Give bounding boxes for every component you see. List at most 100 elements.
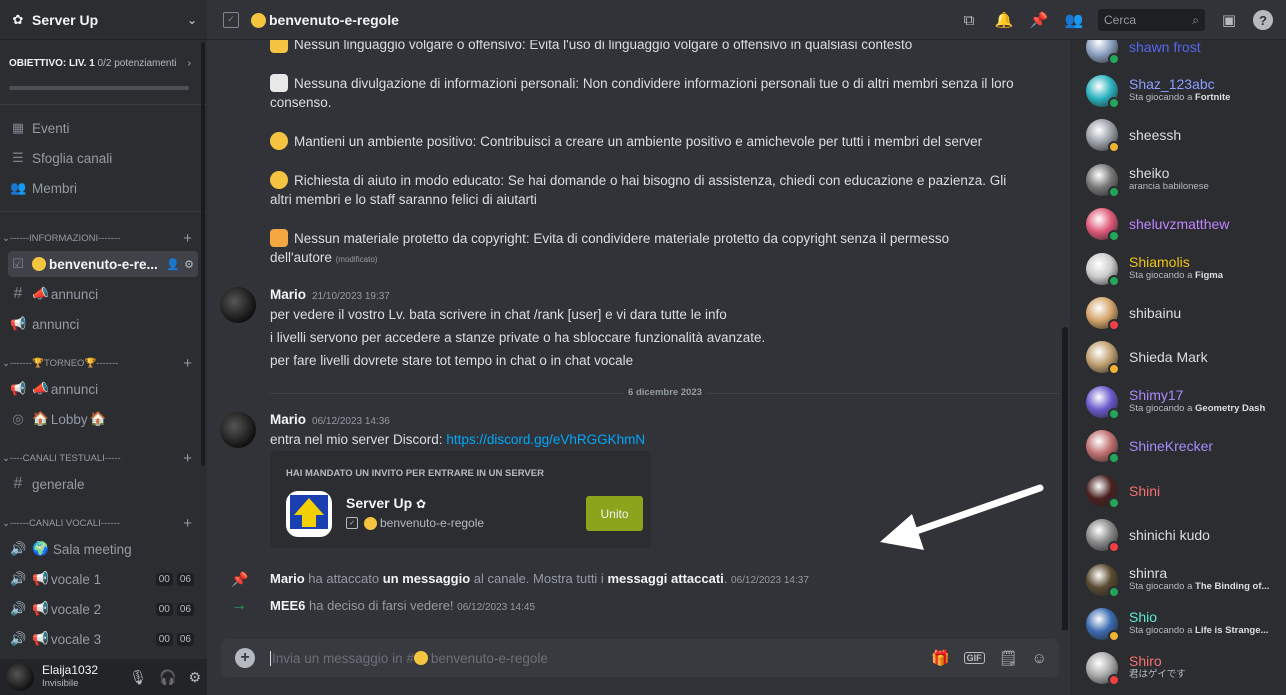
author-name[interactable]: Mario: [270, 412, 306, 427]
nav-browse-channels[interactable]: ☰ Sfoglia canali: [8, 145, 198, 171]
channel-annunci-text[interactable]: # 📣 annunci: [8, 281, 198, 307]
joined-button[interactable]: Unito: [586, 496, 643, 531]
member-item[interactable]: Shaz_123abc Sta giocando a Fortnite: [1086, 71, 1286, 111]
microphone-icon[interactable]: 🎙: [129, 669, 147, 686]
rules-channel-icon: ☑: [12, 256, 24, 271]
channel-lobby[interactable]: ◎ 🏠 Lobby 🏠: [8, 406, 198, 432]
channel-benvenuto[interactable]: ☑ benvenuto-e-re... 👤 ⚙: [8, 251, 198, 277]
help-icon[interactable]: ?: [1253, 10, 1273, 30]
boost-objective[interactable]: OBIETTIVO: LIV. 1 0/2 potenziamenti ›: [9, 58, 191, 69]
member-item[interactable]: sheessh: [1086, 115, 1286, 155]
member-item[interactable]: shinra Sta giocando a The Binding of...: [1086, 560, 1286, 600]
member-item[interactable]: sheiko arancia babilonese: [1086, 160, 1286, 200]
pinned-message-link[interactable]: un messaggio: [383, 571, 470, 586]
message-line: i livelli servono per accedere a stanze …: [270, 330, 766, 345]
activity-prefix: Sta giocando a: [1129, 270, 1196, 281]
activity-prefix: Sta giocando a: [1129, 92, 1196, 103]
channel-sidebar: ✿ Server Up ⌄ OBIETTIVO: LIV. 1 0/2 pote…: [0, 0, 207, 695]
gif-icon[interactable]: GIF: [963, 652, 985, 664]
member-name: sheluvzmatthew: [1129, 216, 1230, 232]
timestamp: 21/10/2023 19:37: [312, 291, 390, 302]
person-gesture-emoji-icon: [270, 229, 288, 247]
sticker-icon[interactable]: 🗒: [999, 649, 1018, 667]
pin-icon[interactable]: 📌: [1028, 9, 1050, 31]
threads-icon[interactable]: ⧉: [958, 9, 980, 31]
gear-icon[interactable]: ⚙: [188, 669, 201, 686]
add-attachment-icon[interactable]: +: [235, 648, 255, 668]
pinned-messages-link[interactable]: messaggi attaccati: [607, 571, 723, 586]
channel-vocale-2[interactable]: 🔊 📢 vocale 2 00 06: [8, 596, 198, 622]
add-channel-icon[interactable]: +: [183, 230, 198, 247]
channel-sala-meeting[interactable]: 🔊 🌍 Sala meeting: [8, 536, 198, 562]
bell-icon[interactable]: 🔔: [993, 9, 1015, 31]
category-informazioni[interactable]: ⌄ ------INFORMAZIONI------- +: [2, 230, 198, 247]
member-item[interactable]: Shini: [1086, 471, 1286, 511]
member-info: shibainu: [1129, 306, 1181, 320]
user-limit-badge: 06: [176, 632, 194, 646]
channel-label: annunci: [50, 286, 99, 302]
invite-icon[interactable]: 👤: [166, 258, 180, 271]
category-canali-testuali[interactable]: ⌄ ----CANALI TESTUALI----- +: [2, 450, 198, 467]
presence-idle-icon: [1108, 141, 1120, 153]
message-composer[interactable]: + Invia un messaggio in # benvenuto-e-reg…: [221, 639, 1059, 677]
add-channel-icon[interactable]: +: [183, 450, 198, 467]
channel-label: Lobby: [50, 411, 88, 427]
emoji-icon[interactable]: ☺: [1032, 650, 1047, 667]
add-channel-icon[interactable]: +: [183, 355, 198, 372]
activity-game: The Binding of...: [1195, 581, 1270, 592]
member-item[interactable]: sheluvzmatthew: [1086, 204, 1286, 244]
presence-dnd-icon: [1108, 319, 1120, 331]
server-logo[interactable]: [286, 491, 332, 537]
avatar[interactable]: [220, 412, 256, 448]
category-label: ------CANALI VOCALI------: [9, 517, 120, 529]
nav-events-label: Eventi: [32, 120, 70, 136]
inbox-icon[interactable]: ▣: [1218, 9, 1240, 31]
gear-icon[interactable]: ⚙: [184, 258, 194, 271]
member-item[interactable]: shibainu: [1086, 293, 1286, 333]
category-canali-vocali[interactable]: ⌄ ------CANALI VOCALI------ +: [2, 515, 198, 532]
member-item[interactable]: shinichi kudo: [1086, 515, 1286, 555]
member-item[interactable]: Shimy17 Sta giocando a Geometry Dash: [1086, 382, 1286, 422]
member-item[interactable]: shawn frost: [1086, 40, 1286, 67]
author-name[interactable]: Mario: [270, 287, 306, 302]
member-item[interactable]: Shiamolis Sta giocando a Figma: [1086, 249, 1286, 289]
sidebar-scrollbar[interactable]: [201, 42, 205, 466]
search-input[interactable]: Cerca ⌕: [1098, 9, 1205, 31]
member-list-icon[interactable]: 👥: [1063, 9, 1085, 31]
avatar[interactable]: [6, 663, 34, 691]
category-torneo[interactable]: ⌄ ------- 🏆 TORNEO 🏆 ------- +: [2, 355, 198, 372]
author-name[interactable]: Mario: [270, 571, 305, 586]
gift-icon[interactable]: 🎁: [931, 649, 950, 667]
avatar[interactable]: [220, 287, 256, 323]
invite-link[interactable]: https://discord.gg/eVhRGGKhmN: [446, 432, 645, 447]
add-channel-icon[interactable]: +: [183, 515, 198, 532]
member-item[interactable]: ShineKrecker: [1086, 426, 1286, 466]
presence-online-icon: [1108, 452, 1120, 464]
nav-events[interactable]: ▦ Eventi: [8, 115, 198, 141]
author-name[interactable]: MEE6: [270, 598, 305, 613]
chevron-down-icon[interactable]: ⌄: [187, 13, 197, 27]
channel-annunci-announcement[interactable]: 📢 annunci: [8, 311, 198, 337]
member-info: Shio Sta giocando a Life is Strange...: [1129, 610, 1268, 638]
member-item[interactable]: Shio Sta giocando a Life is Strange...: [1086, 604, 1286, 644]
member-item[interactable]: Shiro 君はゲイです: [1086, 648, 1286, 688]
channel-vocale-3[interactable]: 🔊 📢 vocale 3 00 06: [8, 626, 198, 652]
activity-game: Figma: [1195, 270, 1224, 281]
member-activity: Sta giocando a Geometry Dash: [1129, 402, 1265, 416]
channel-generale[interactable]: # generale: [8, 471, 198, 497]
message-line: per fare livelli dovrete stare tot tempo…: [270, 353, 634, 368]
server-header[interactable]: ✿ Server Up ⌄: [0, 0, 207, 40]
nav-members[interactable]: 👥 Membri: [8, 175, 198, 201]
channel-vocale-1[interactable]: 🔊 📢 vocale 1 00 06: [8, 566, 198, 592]
member-info: Shimy17 Sta giocando a Geometry Dash: [1129, 388, 1265, 416]
chevron-down-icon: ⌄: [2, 232, 10, 244]
member-info: sheluvzmatthew: [1129, 217, 1229, 231]
announcement-icon: 📢: [10, 381, 27, 396]
member-info: Shiro 君はゲイです: [1129, 654, 1186, 682]
member-custom-status: arancia babilonese: [1129, 181, 1209, 192]
channel-torneo-annunci[interactable]: 📢 📣 annunci: [8, 376, 198, 402]
member-item[interactable]: Shieda Mark: [1086, 337, 1286, 377]
headphones-icon[interactable]: 🎧: [159, 669, 176, 686]
grimace-emoji-icon: [270, 171, 288, 189]
chat-scrollbar[interactable]: [1062, 327, 1068, 630]
